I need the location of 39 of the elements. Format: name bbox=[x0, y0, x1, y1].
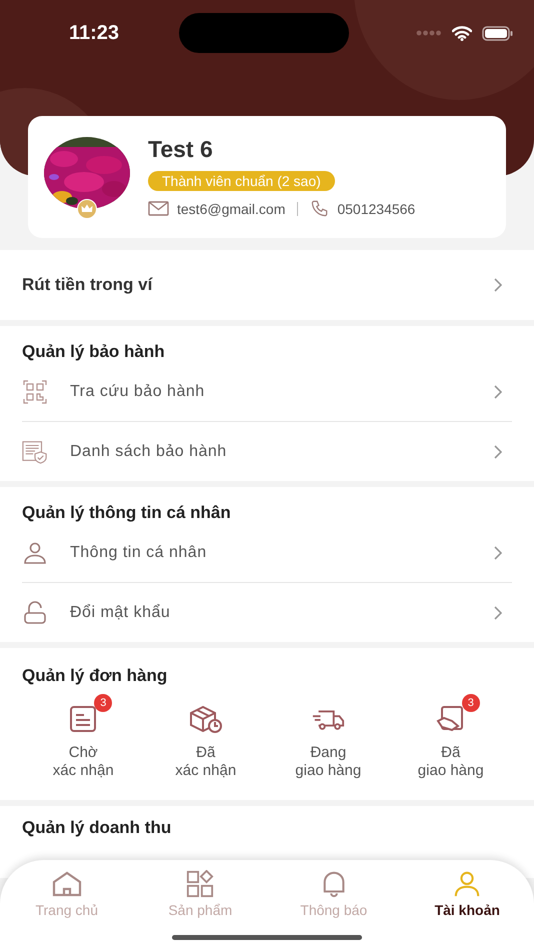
mail-icon bbox=[148, 201, 169, 216]
section-title: Quản lý doanh thu bbox=[22, 818, 172, 838]
membership-badge: Thành viên chuẩn (2 sao) bbox=[148, 171, 335, 191]
unlocked-padlock-icon bbox=[22, 600, 48, 624]
email-text: test6@gmail.com bbox=[177, 200, 286, 216]
box-clock-icon bbox=[188, 704, 223, 734]
signal-icon bbox=[416, 30, 442, 36]
order-status-button[interactable]: 3 Chờ xác nhận bbox=[22, 692, 144, 780]
section-title: Quản lý đơn hàng bbox=[22, 666, 168, 686]
chevron-icon bbox=[494, 278, 502, 292]
section-title: Quản lý bảo hành bbox=[22, 342, 166, 362]
menu-row[interactable]: Đổi mật khẩu bbox=[22, 582, 512, 642]
document-shield-icon bbox=[22, 440, 48, 464]
order-status-button[interactable]: 3 Đã giao hàng bbox=[390, 692, 512, 780]
chevron-icon bbox=[494, 606, 502, 620]
user-name: Test 6 bbox=[148, 136, 213, 163]
status-time: 11:23 bbox=[69, 22, 120, 44]
chevron-icon bbox=[494, 384, 502, 398]
count-badge: 3 bbox=[94, 694, 112, 712]
section-title: Quản lý thông tin cá nhân bbox=[22, 503, 232, 523]
count-badge: 3 bbox=[462, 694, 480, 712]
menu-row[interactable]: Danh sách bảo hành bbox=[22, 421, 512, 481]
menu-row[interactable]: Tra cứu bảo hành bbox=[22, 362, 512, 421]
wallet-row[interactable]: Rút tiền trong ví bbox=[0, 250, 534, 320]
menu-row[interactable]: Thông tin cá nhân bbox=[22, 523, 512, 582]
order-status-button[interactable]: Đã xác nhận bbox=[144, 692, 267, 780]
home-icon bbox=[52, 870, 82, 898]
crown-icon bbox=[77, 199, 97, 219]
tab-item[interactable]: Tài khoản bbox=[400, 870, 534, 918]
chevron-icon bbox=[494, 546, 502, 560]
wifi-icon bbox=[452, 26, 472, 40]
order-status-button[interactable]: Đang giao hàng bbox=[267, 692, 390, 780]
phone-text: 0501234566 bbox=[337, 200, 416, 216]
grid-icon bbox=[185, 870, 216, 898]
qr-code-icon bbox=[22, 380, 48, 404]
phone-icon bbox=[310, 199, 330, 218]
chevron-icon bbox=[494, 444, 502, 458]
battery-icon bbox=[482, 26, 514, 40]
person-icon bbox=[22, 540, 48, 564]
